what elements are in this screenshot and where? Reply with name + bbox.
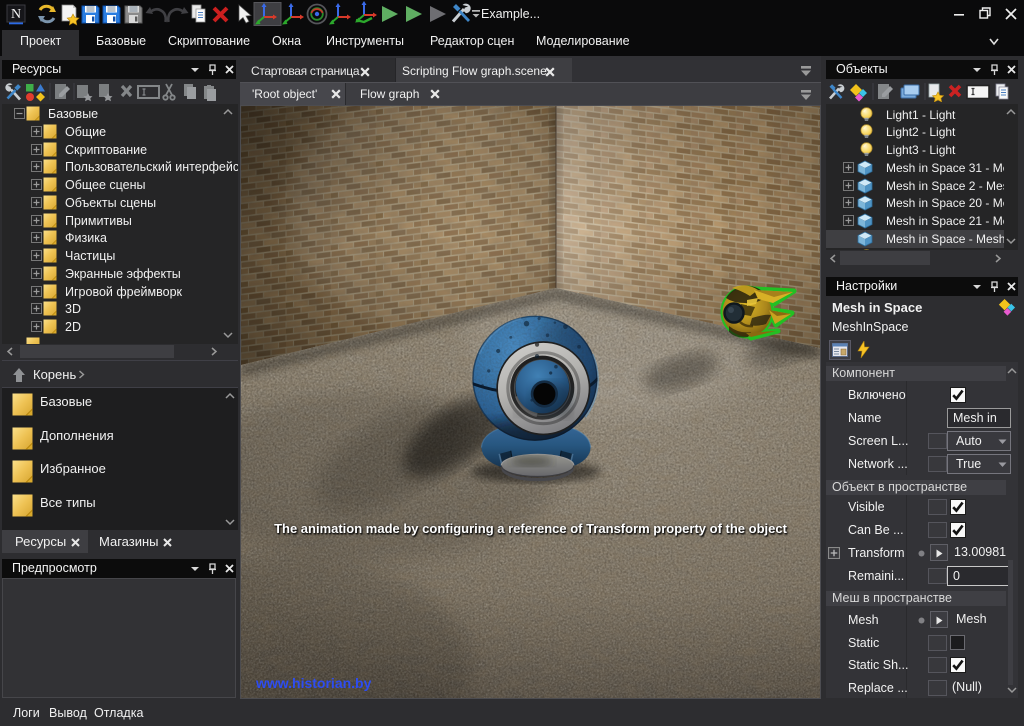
svg-text:N: N xyxy=(11,7,21,22)
